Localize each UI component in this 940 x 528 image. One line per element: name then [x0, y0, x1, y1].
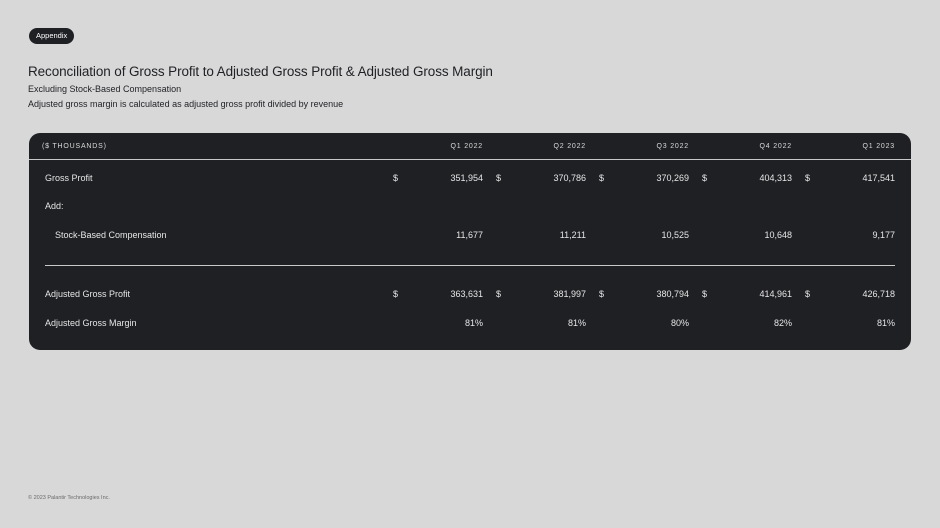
unit-label: ($ THOUSANDS): [42, 143, 107, 150]
table-row-adjusted-gross-margin: Adjusted Gross Margin 81% 81% 80% 82% 81…: [29, 315, 911, 331]
column-header: Q1 2023: [862, 143, 895, 150]
column-header: Q3 2022: [656, 143, 689, 150]
column-header: Q1 2022: [450, 143, 483, 150]
currency-symbol: $: [599, 173, 605, 183]
table-header-row: ($ THOUSANDS) Q1 2022 Q2 2022 Q3 2022 Q4…: [29, 139, 911, 155]
table-row-gross-profit: Gross Profit $351,954 $370,786 $370,269 …: [29, 170, 911, 186]
table-row-stock-based-compensation: Stock-Based Compensation 11,677 11,211 1…: [29, 227, 911, 243]
currency-symbol: $: [393, 173, 399, 183]
table-cell: 81%: [567, 318, 586, 328]
currency-symbol: $: [702, 289, 708, 299]
table-row-add: Add:: [29, 198, 911, 214]
currency-symbol: $: [702, 173, 708, 183]
table-cell: 82%: [773, 318, 792, 328]
row-label: Adjusted Gross Margin: [45, 318, 137, 328]
currency-symbol: $: [496, 173, 502, 183]
table-cell: 426,718: [862, 289, 895, 299]
header-divider: [29, 159, 911, 160]
table-cell: 81%: [464, 318, 483, 328]
copyright-footer: © 2023 Palantir Technologies Inc.: [28, 495, 110, 501]
column-header: Q4 2022: [759, 143, 792, 150]
table-cell: 380,794: [656, 289, 689, 299]
table-cell: 370,269: [656, 173, 689, 183]
table-cell: 10,648: [764, 230, 792, 240]
table-cell: 11,677: [456, 230, 483, 240]
currency-symbol: $: [496, 289, 502, 299]
appendix-tag: Appendix: [29, 28, 75, 44]
table-cell: 417,541: [862, 173, 895, 183]
row-label: Gross Profit: [45, 173, 93, 183]
table-cell: 80%: [670, 318, 689, 328]
table-cell: 370,786: [553, 173, 586, 183]
reconciliation-table: ($ THOUSANDS) Q1 2022 Q2 2022 Q3 2022 Q4…: [29, 133, 911, 350]
table-row-adjusted-gross-profit: Adjusted Gross Profit $363,631 $381,997 …: [29, 286, 911, 302]
table-cell: 414,961: [759, 289, 792, 299]
row-label: Add:: [45, 201, 64, 211]
page-subtitle: Excluding Stock-Based Compensation: [28, 84, 182, 94]
table-cell: 381,997: [553, 289, 586, 299]
table-cell: 404,313: [759, 173, 792, 183]
currency-symbol: $: [805, 289, 811, 299]
row-label: Stock-Based Compensation: [55, 230, 167, 240]
table-cell: 81%: [876, 318, 895, 328]
column-header: Q2 2022: [553, 143, 586, 150]
table-cell: 363,631: [450, 289, 483, 299]
page-note: Adjusted gross margin is calculated as a…: [28, 99, 344, 109]
row-label: Adjusted Gross Profit: [45, 289, 131, 299]
currency-symbol: $: [599, 289, 605, 299]
subtotal-divider: [45, 265, 895, 266]
currency-symbol: $: [805, 173, 811, 183]
table-cell: 10,525: [661, 230, 689, 240]
currency-symbol: $: [393, 289, 399, 299]
table-cell: 11,211: [559, 230, 586, 240]
table-cell: 351,954: [450, 173, 483, 183]
table-cell: 9,177: [872, 230, 895, 240]
page-title: Reconciliation of Gross Profit to Adjust…: [28, 64, 493, 79]
